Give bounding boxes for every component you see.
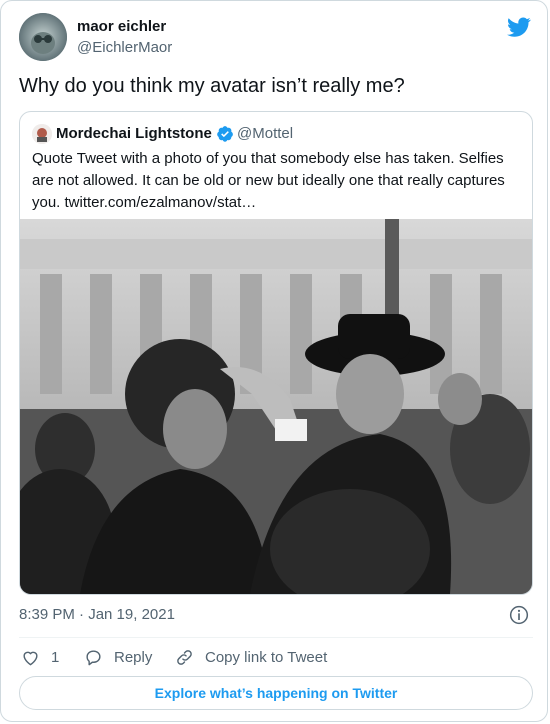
author-name[interactable]: maor eichler bbox=[77, 18, 166, 35]
quoted-author-handle[interactable]: @Mottel bbox=[237, 125, 293, 142]
verified-badge-icon bbox=[217, 126, 233, 142]
copy-link-label: Copy link to Tweet bbox=[205, 648, 328, 666]
author-handle[interactable]: @EichlerMaor bbox=[77, 39, 172, 56]
info-icon[interactable] bbox=[509, 605, 529, 625]
link-icon bbox=[177, 649, 192, 665]
tweet-text: Why do you think my avatar isn’t really … bbox=[19, 75, 405, 97]
like-count: 1 bbox=[51, 648, 60, 666]
reply-label: Reply bbox=[114, 648, 153, 666]
divider bbox=[19, 637, 533, 638]
heart-icon bbox=[23, 651, 38, 665]
reply-icon bbox=[86, 649, 101, 665]
twitter-bird-icon[interactable] bbox=[507, 15, 531, 39]
like-button[interactable]: 1 bbox=[21, 647, 59, 667]
tweet-timestamp[interactable]: 8:39 PM · Jan 19, 2021 bbox=[19, 606, 175, 623]
author-avatar[interactable] bbox=[19, 13, 67, 61]
quoted-photo[interactable] bbox=[20, 219, 532, 594]
quoted-author-name[interactable]: Mordechai Lightstone bbox=[56, 125, 212, 142]
copy-link-button[interactable]: Copy link to Tweet bbox=[175, 647, 327, 667]
explore-button[interactable]: Explore what’s happening on Twitter bbox=[19, 676, 533, 710]
quoted-author-avatar[interactable] bbox=[32, 124, 52, 144]
quoted-tweet-text: Quote Tweet with a photo of you that som… bbox=[32, 150, 505, 211]
reply-button[interactable]: Reply bbox=[84, 647, 152, 667]
quoted-tweet[interactable]: Mordechai Lightstone @Mottel Quote Tweet… bbox=[19, 111, 533, 595]
tweet-card: maor eichler @EichlerMaor Why do you thi… bbox=[0, 0, 548, 722]
